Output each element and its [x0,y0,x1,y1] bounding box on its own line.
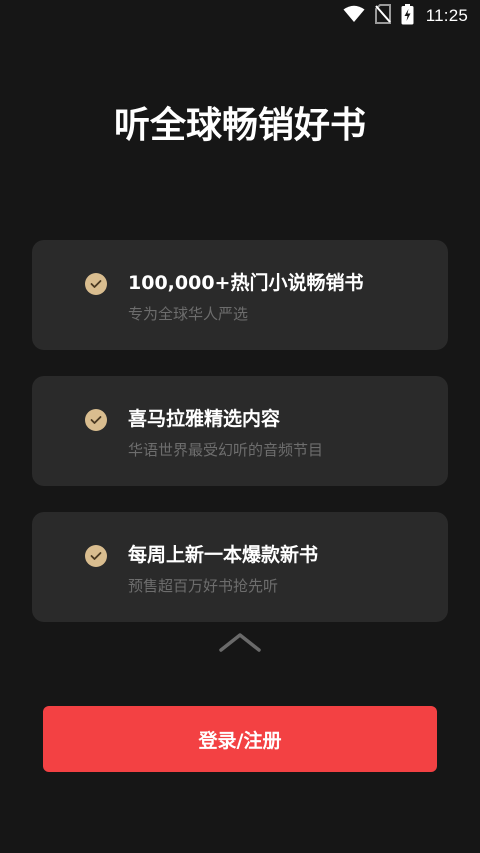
feature-card: 喜马拉雅精选内容 华语世界最受幻听的音频节目 [32,376,448,486]
feature-card: 每周上新一本爆款新书 预售超百万好书抢先听 [32,512,448,622]
feature-title: 喜马拉雅精选内容 [128,408,281,430]
status-time: 11:25 [425,6,468,25]
feature-title: 100,000+热门小说畅销书 [128,272,364,294]
feature-subtitle: 华语世界最受幻听的音频节目 [128,441,324,459]
chevron-up-icon[interactable] [218,630,262,654]
status-bar: 11:25 [0,0,480,32]
feature-title: 每周上新一本爆款新书 [128,544,319,566]
page-title: 听全球畅销好书 [113,105,366,146]
check-circle-icon [85,273,107,295]
no-sim-icon [374,4,391,28]
check-circle-icon [85,545,107,567]
feature-subtitle: 专为全球华人严选 [128,305,249,323]
login-register-button[interactable]: 登录/注册 [43,706,437,772]
feature-subtitle: 预售超百万好书抢先听 [128,577,279,595]
feature-card: 100,000+热门小说畅销书 专为全球华人严选 [32,240,448,350]
check-circle-icon [85,409,107,431]
wifi-icon [343,5,365,27]
battery-charging-icon [401,3,414,29]
status-icons: 11:25 [343,3,468,29]
